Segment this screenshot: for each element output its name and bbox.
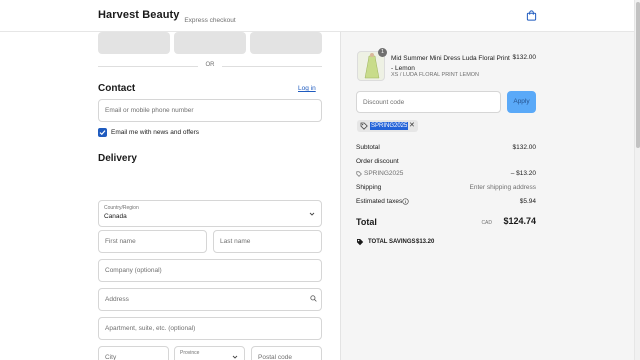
savings-label: TOTAL SAVINGS bbox=[368, 239, 416, 245]
shipping-label: Shipping bbox=[356, 184, 382, 191]
newsletter-label: Email me with news and offers bbox=[111, 129, 200, 136]
scrollbar-thumb[interactable] bbox=[636, 2, 640, 148]
checkout-header: Harvest Beauty bbox=[0, 0, 634, 32]
discount-code-label: SPRING2025 bbox=[364, 170, 404, 177]
order-discount-label: Order discount bbox=[356, 158, 399, 165]
checkmark-icon bbox=[99, 130, 106, 136]
country-label: Country/Region bbox=[104, 205, 139, 211]
country-select[interactable]: Country/Region Canada bbox=[98, 200, 322, 227]
last-name-field[interactable]: Last name bbox=[213, 230, 322, 253]
divider-left bbox=[98, 66, 198, 67]
quantity-badge: 1 bbox=[378, 48, 387, 57]
express-checkout-title: Express checkout bbox=[184, 17, 236, 24]
company-field[interactable]: Company (optional) bbox=[98, 259, 322, 282]
page-scrollbar[interactable] bbox=[634, 0, 640, 360]
divider-right bbox=[222, 66, 322, 67]
total-value: $124.74 bbox=[503, 216, 536, 226]
discount-code-field[interactable]: Discount code bbox=[356, 91, 501, 113]
express-pay-button-3[interactable] bbox=[250, 32, 322, 54]
taxes-value: $5.94 bbox=[519, 198, 536, 205]
address-field[interactable]: Address bbox=[98, 288, 322, 311]
postal-code-field[interactable]: Postal code bbox=[251, 346, 322, 360]
total-label: Total bbox=[356, 217, 377, 227]
contact-heading: Contact bbox=[98, 83, 136, 94]
email-field[interactable]: Email or mobile phone number bbox=[98, 99, 322, 122]
first-name-field[interactable]: First name bbox=[98, 230, 207, 253]
express-pay-button-1[interactable] bbox=[98, 32, 170, 54]
apply-discount-button[interactable]: Apply bbox=[507, 91, 536, 113]
product-variant: XS / LUDA FLORAL PRINT LEMON bbox=[391, 72, 480, 78]
taxes-label: Estimated taxes bbox=[356, 198, 403, 205]
apartment-field[interactable]: Apartment, suite, etc. (optional) bbox=[98, 317, 322, 340]
tag-icon bbox=[360, 122, 368, 130]
shopping-bag-icon[interactable] bbox=[526, 10, 537, 21]
discount-value: – $13.20 bbox=[510, 170, 536, 177]
or-separator: OR bbox=[205, 62, 215, 68]
chevron-down-icon bbox=[309, 212, 315, 216]
product-price: $132.00 bbox=[512, 54, 537, 61]
chevron-down-icon bbox=[232, 355, 238, 359]
delivery-heading: Delivery bbox=[98, 153, 137, 164]
login-link[interactable]: Log in bbox=[298, 85, 316, 92]
newsletter-checkbox[interactable] bbox=[98, 128, 107, 137]
info-icon[interactable] bbox=[402, 198, 409, 205]
shipping-value: Enter shipping address bbox=[469, 184, 537, 191]
country-value: Canada bbox=[104, 213, 127, 220]
currency-code: CAD bbox=[481, 220, 492, 226]
savings-value: $13.20 bbox=[416, 239, 435, 245]
express-pay-button-2[interactable] bbox=[174, 32, 246, 54]
remove-discount-icon[interactable]: ✕ bbox=[409, 121, 415, 129]
province-label: Province bbox=[180, 350, 200, 356]
search-icon bbox=[310, 295, 317, 302]
subtotal-label: Subtotal bbox=[356, 144, 380, 151]
product-name: Mid Summer Mini Dress Luda Floral Print … bbox=[391, 55, 510, 72]
applied-discount-tag: SPRING2025 ✕ bbox=[357, 120, 418, 132]
tag-icon bbox=[357, 239, 364, 246]
subtotal-value: $132.00 bbox=[512, 144, 537, 151]
tag-icon bbox=[356, 171, 362, 177]
province-select[interactable]: Province bbox=[174, 346, 245, 360]
city-field[interactable]: City bbox=[98, 346, 169, 360]
discount-code-text: SPRING2025 bbox=[370, 122, 409, 130]
